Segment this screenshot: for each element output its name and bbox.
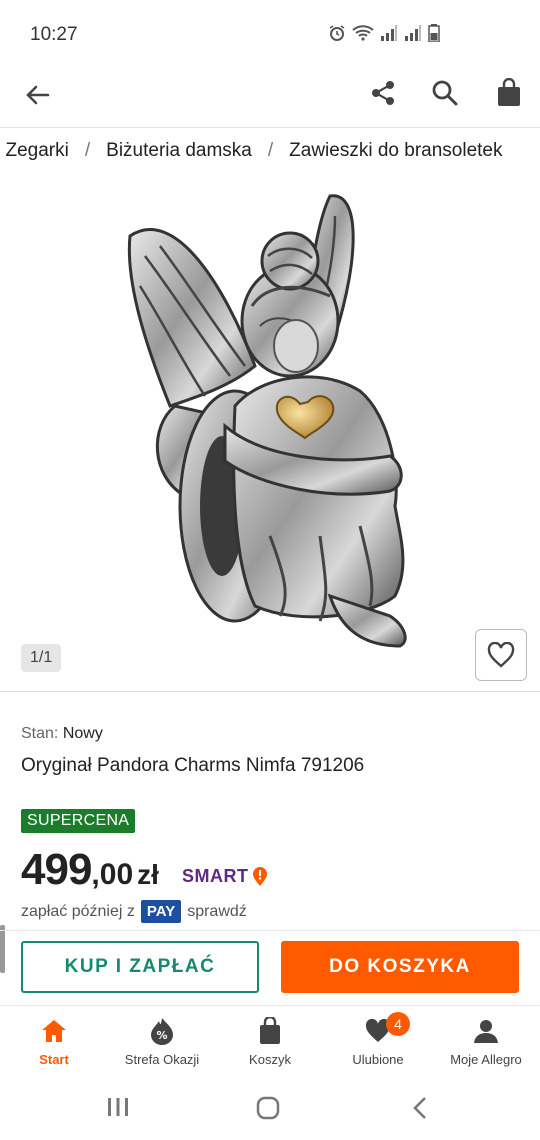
condition-row: Stan: Nowy	[21, 725, 103, 743]
favorite-button[interactable]	[475, 629, 527, 681]
signal-icon	[381, 25, 397, 41]
condition-label: Stan:	[21, 725, 59, 742]
nav-item-ulubione[interactable]: 4 Ulubione	[324, 1012, 432, 1067]
user-icon	[474, 1020, 498, 1043]
status-bar: 10:27	[0, 0, 540, 70]
signal-icon-2	[405, 25, 421, 41]
price-decimal: ,00	[91, 858, 134, 891]
pay-logo: PAY	[140, 900, 182, 923]
share-icon[interactable]	[368, 78, 398, 108]
smart-label: SMART	[182, 866, 249, 886]
nav-label-koszyk: Koszyk	[249, 1052, 291, 1067]
status-icons	[328, 24, 440, 42]
image-counter: 1/1	[21, 644, 62, 672]
nav-label-moje-allegro: Moje Allegro	[450, 1052, 522, 1067]
condition-value: Nowy	[62, 725, 103, 742]
cart-bag-icon[interactable]	[494, 78, 524, 108]
bottom-navigation: Start % Strefa Okazji Koszyk 4 Ulubione …	[0, 1008, 540, 1080]
breadcrumb-separator: /	[84, 140, 91, 161]
product-title: Oryginał Pandora Charms Nimfa 791206	[21, 755, 365, 776]
nav-item-koszyk[interactable]: Koszyk	[216, 1016, 324, 1067]
recent-apps-icon[interactable]	[106, 1096, 130, 1118]
alarm-icon	[329, 25, 345, 41]
breadcrumb: i Zegarki / Biżuteria damska / Zawieszki…	[0, 128, 540, 174]
system-navigation-bar	[0, 1080, 540, 1140]
favorites-count-badge: 4	[386, 1012, 410, 1036]
nav-item-strefa-okazji[interactable]: % Strefa Okazji	[108, 1016, 216, 1067]
deals-icon: %	[151, 1018, 173, 1045]
nav-item-start[interactable]: Start	[0, 1016, 108, 1067]
price-integer: 499	[21, 845, 92, 894]
nav-item-moje-allegro[interactable]: Moje Allegro	[432, 1016, 540, 1067]
price-currency: zł	[137, 859, 159, 890]
breadcrumb-item-zawieszki[interactable]: Zawieszki do bransoletek	[289, 140, 502, 162]
smart-badge[interactable]: SMART	[182, 866, 268, 887]
product-image[interactable]	[0, 176, 540, 676]
home-icon	[42, 1020, 66, 1042]
breadcrumb-item-bizuteria[interactable]: Biżuteria damska	[106, 140, 252, 162]
battery-icon	[428, 24, 440, 42]
app-bar	[0, 70, 540, 128]
product-gallery[interactable]: 1/1	[0, 176, 540, 692]
status-time: 10:27	[30, 24, 78, 45]
breadcrumb-separator: /	[267, 140, 274, 161]
add-to-cart-button[interactable]: DO KOSZYKA	[281, 941, 519, 993]
breadcrumb-item-zegarki[interactable]: i Zegarki	[0, 140, 69, 162]
nav-label-ulubione: Ulubione	[352, 1052, 404, 1067]
pay-later-row: zapłać później z PAY sprawdź	[21, 900, 247, 923]
nav-label-strefa-okazji: Strefa Okazji	[124, 1052, 200, 1067]
nav-label-start: Start	[39, 1052, 69, 1067]
home-button-icon[interactable]	[256, 1096, 280, 1120]
action-bar: KUP I ZAPŁAĆ DO KOSZYKA	[0, 930, 540, 1006]
bag-icon	[260, 1017, 280, 1044]
heart-outline-icon	[487, 642, 515, 668]
svg-text:%: %	[156, 1029, 167, 1042]
price: 499,00 zł	[21, 845, 159, 895]
search-icon[interactable]	[430, 78, 460, 108]
buy-now-button[interactable]: KUP I ZAPŁAĆ	[21, 941, 259, 993]
smart-pin-icon	[252, 866, 267, 886]
wifi-icon	[352, 25, 374, 41]
pay-later-prefix: zapłać później z	[21, 902, 135, 920]
back-arrow-icon[interactable]	[22, 80, 52, 110]
system-back-icon[interactable]	[410, 1096, 430, 1120]
pay-later-link[interactable]: sprawdź	[187, 903, 247, 921]
supercena-badge: SUPERCENA	[21, 809, 136, 833]
